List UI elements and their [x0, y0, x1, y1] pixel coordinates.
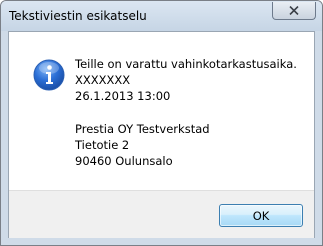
button-bar: OK [9, 190, 314, 238]
dialog-client-area: Teille on varattu vahinkotarkastusaika. … [8, 31, 315, 238]
message-line: Tietotie 2 [75, 138, 130, 152]
message-line: 26.1.2013 13:00 [75, 89, 171, 103]
message-line: Prestia OY Testverkstad [75, 122, 210, 136]
message-text: Teille on varattu vahinkotarkastusaika. … [75, 56, 297, 169]
close-icon [289, 6, 299, 15]
message-line: Teille on varattu vahinkotarkastusaika. [75, 57, 297, 71]
title-bar[interactable]: Tekstiviestin esikatselu [1, 1, 322, 31]
message-line: 90460 Oulunsalo [75, 154, 173, 168]
message-area: Teille on varattu vahinkotarkastusaika. … [9, 32, 314, 190]
window-title: Tekstiviestin esikatselu [9, 9, 147, 23]
info-icon [33, 59, 65, 91]
ok-button[interactable]: OK [219, 204, 303, 227]
message-line: XXXXXXX [75, 73, 131, 87]
dialog-window: Tekstiviestin esikatselu Teille on varat… [0, 0, 323, 246]
close-button[interactable] [272, 2, 316, 20]
